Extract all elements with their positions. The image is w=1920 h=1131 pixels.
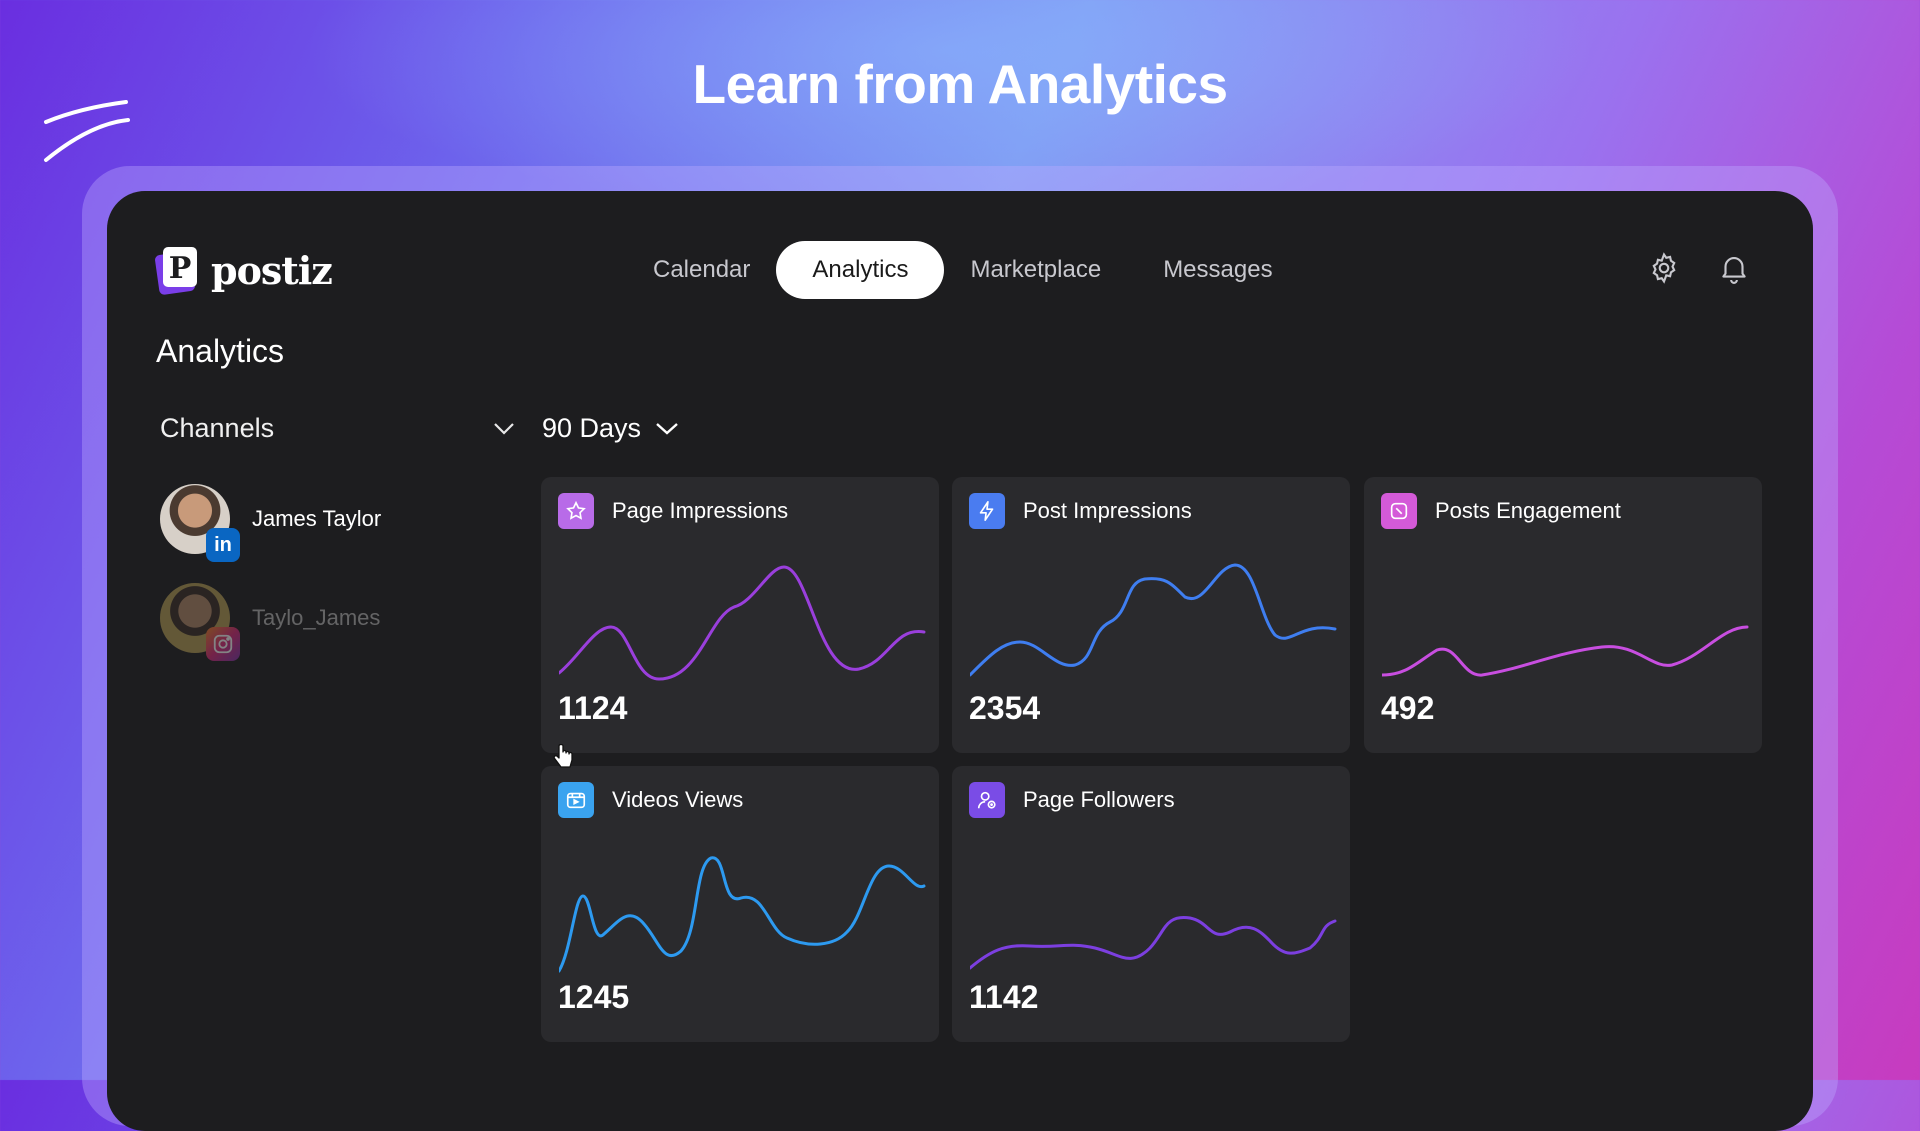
nav-messages[interactable]: Messages <box>1127 241 1308 299</box>
card-title: Page Impressions <box>612 498 789 523</box>
card-title: Videos Views <box>612 787 744 812</box>
period-label: 90 Days <box>542 413 642 443</box>
channel-taylo-james[interactable]: Taylo_James <box>160 583 381 661</box>
nav-analytics[interactable]: Analytics <box>776 241 945 299</box>
card-value: 1245 <box>558 979 630 1015</box>
main-nav: Calendar Analytics Marketplace Messages <box>617 241 1299 299</box>
sparkline-posts-engagement <box>1382 625 1749 677</box>
bell-icon[interactable] <box>1717 251 1751 285</box>
chevron-down-icon <box>494 422 514 435</box>
channels-label: Channels <box>160 413 275 443</box>
card-title: Post Impressions <box>1023 498 1192 523</box>
instagram-icon <box>206 627 240 661</box>
logo-text: postiz <box>211 247 333 293</box>
card-value: 1142 <box>969 979 1039 1015</box>
period-selector[interactable]: 90 Days <box>542 413 679 444</box>
followers-icon <box>969 782 1005 818</box>
headline: Learn from Analytics <box>692 53 1228 115</box>
nav-calendar[interactable]: Calendar <box>617 241 786 299</box>
card-posts-engagement[interactable]: Posts Engagement 492 <box>1364 477 1762 753</box>
sparkline-post-impressions <box>970 563 1337 677</box>
bolt-icon <box>969 493 1005 529</box>
channel-james-taylor[interactable]: in James Taylor <box>160 484 382 562</box>
sparkline-page-impressions <box>559 565 926 681</box>
sparkline-page-followers <box>970 915 1337 970</box>
channels-dropdown[interactable]: Channels <box>160 413 515 444</box>
decorative-swoosh <box>44 100 130 162</box>
gear-icon[interactable] <box>1647 251 1681 285</box>
card-value: 492 <box>1381 690 1435 726</box>
card-title: Posts Engagement <box>1435 498 1621 523</box>
card-post-impressions[interactable]: Post Impressions 2354 <box>952 477 1350 753</box>
engagement-icon <box>1381 493 1417 529</box>
card-page-followers[interactable]: Page Followers 1142 <box>952 766 1350 1042</box>
sparkline-videos-views <box>559 856 926 973</box>
avatar: in <box>160 484 240 562</box>
postiz-logo-icon: P <box>155 247 197 295</box>
avatar <box>160 583 240 661</box>
card-title: Page Followers <box>1023 787 1175 812</box>
chevron-down-icon <box>656 422 678 435</box>
channel-name: James Taylor <box>252 506 382 531</box>
card-value: 1124 <box>558 690 628 726</box>
hand-cursor-icon <box>553 744 573 768</box>
logo-mark-letter: P <box>169 251 192 286</box>
page-title: Analytics <box>156 333 285 369</box>
card-page-impressions[interactable]: Page Impressions 1124 <box>541 477 939 753</box>
video-icon <box>558 782 594 818</box>
channel-name: Taylo_James <box>252 605 381 630</box>
card-videos-views[interactable]: Videos Views 1245 <box>541 766 939 1042</box>
card-value: 2354 <box>969 690 1041 726</box>
linkedin-icon: in <box>206 528 240 562</box>
postiz-logo[interactable]: P postiz <box>155 245 333 295</box>
top-actions <box>1647 251 1751 285</box>
nav-marketplace[interactable]: Marketplace <box>934 241 1137 299</box>
star-icon <box>558 493 594 529</box>
app-window: P postiz Calendar Analytics Marketplace … <box>107 191 1813 1131</box>
